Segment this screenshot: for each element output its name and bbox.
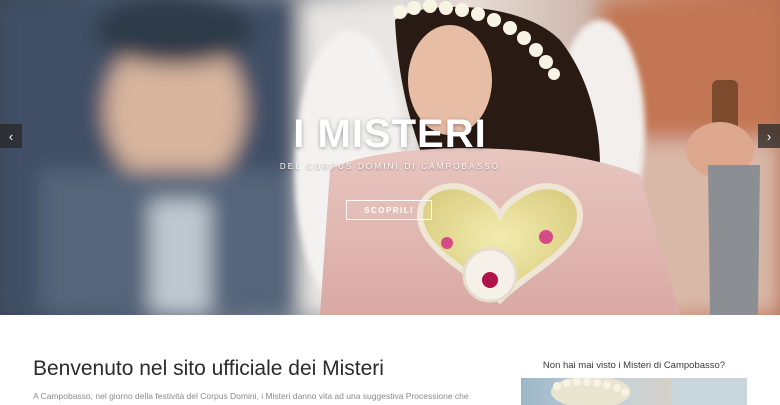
hero-title: I MISTERI <box>293 112 487 156</box>
hero-image <box>0 0 780 315</box>
sidebar-video-thumbnail[interactable] <box>521 378 747 405</box>
sidebar-question: Non hai mai visto i Misteri di Campobass… <box>542 360 726 371</box>
main-content: Benvenuto nel sito ufficiale dei Misteri… <box>0 315 780 405</box>
thumbnail-image <box>551 378 747 405</box>
page-title: Benvenuto nel sito ufficiale dei Misteri <box>33 357 384 380</box>
hero-slider: ‹ › I MISTERI DEL CORPUS DOMINI DI CAMPO… <box>0 0 780 315</box>
intro-paragraph: A Campobasso, nel giorno della festività… <box>33 391 469 401</box>
hero-subtitle: DEL CORPUS DOMINI DI CAMPOBASSO <box>279 162 501 171</box>
discover-button[interactable]: SCOPRILI <box>346 200 432 220</box>
